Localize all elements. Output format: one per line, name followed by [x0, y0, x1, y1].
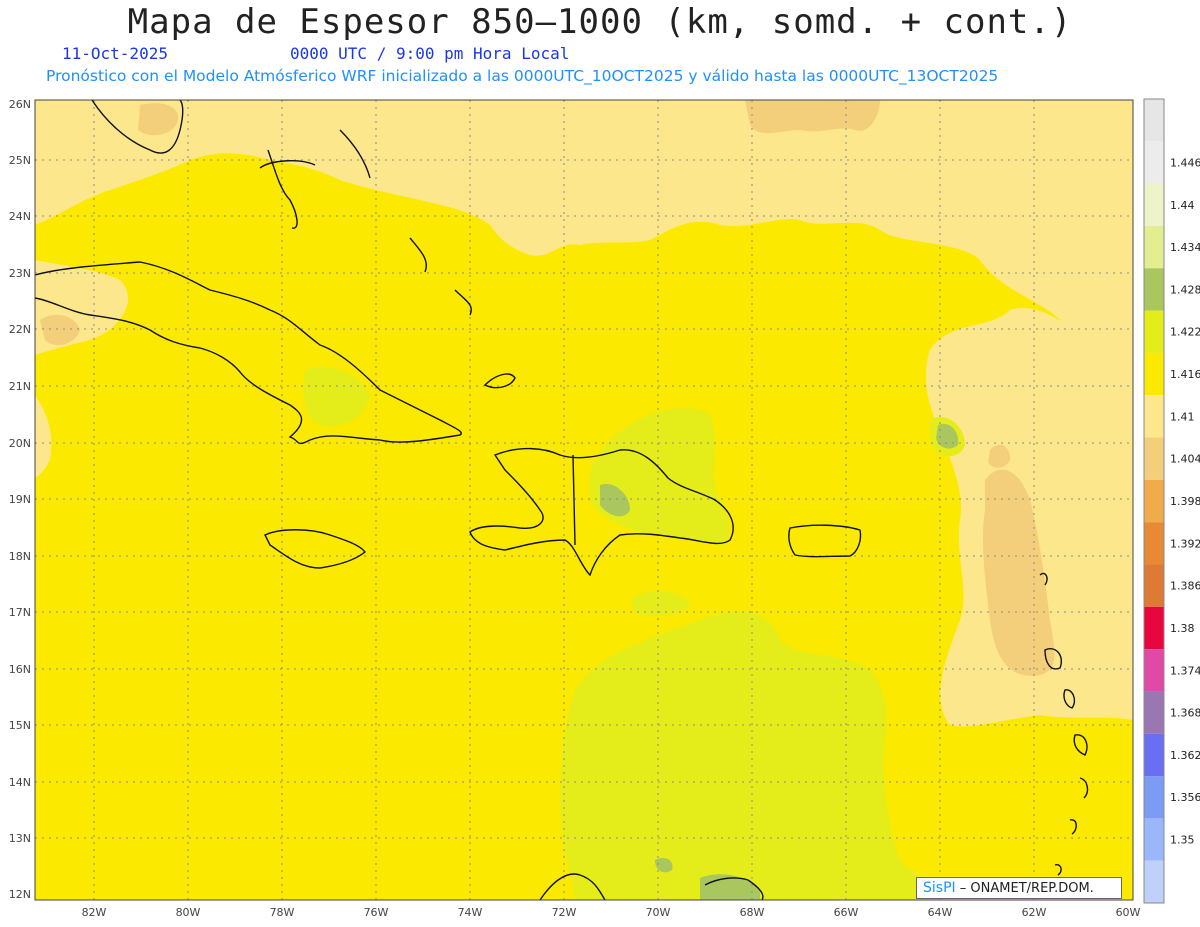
colorbar-swatch [1144, 606, 1164, 650]
colorbar-swatch [1144, 268, 1164, 311]
colorbar-swatch [1144, 649, 1164, 692]
contour-1404-north [745, 100, 880, 134]
lon-labels: 82W 80W 78W 76W 74W 72W 70W 68W 66W 64W … [82, 906, 1141, 919]
lat-labels: 26N 25N 24N 23N 22N 21N 20N 19N 18N 17N … [9, 98, 31, 901]
thickness-map: 26N 25N 24N 23N 22N 21N 20N 19N 18N 17N … [9, 98, 1200, 919]
lon-label: 70W [646, 906, 671, 919]
colorbar-swatch [1144, 733, 1164, 777]
lat-label: 15N [9, 719, 31, 732]
colorbar-swatch [1144, 437, 1164, 480]
credit-text: – ONAMET/REP.DOM. [959, 881, 1094, 896]
lat-label: 24N [9, 210, 31, 223]
colorbar-label: 1.404 [1170, 453, 1200, 466]
colorbar-swatch [1144, 564, 1164, 607]
colorbar-label: 1.44 [1170, 199, 1195, 212]
lon-label: 76W [364, 906, 389, 919]
sispi-logo: SisPI [923, 880, 956, 896]
colorbar-label: 1.386 [1170, 580, 1200, 593]
lat-label: 22N [9, 323, 31, 336]
colorbar: 1.446 1.44 1.434 1.428 1.422 1.416 1.41 1.404 1.… [1143, 98, 1200, 904]
lon-label: 64W [928, 906, 953, 919]
lat-label: 18N [9, 550, 31, 563]
colorbar-swatch [1144, 99, 1164, 142]
colorbar-swatch [1144, 141, 1164, 184]
lat-label: 14N [9, 776, 31, 789]
colorbar-swatch [1144, 225, 1164, 269]
lat-label: 17N [9, 606, 31, 619]
lon-label: 80W [176, 906, 201, 919]
colorbar-label: 1.446 [1170, 156, 1200, 169]
lat-label: 26N [9, 98, 31, 111]
colorbar-label: 1.416 [1170, 368, 1200, 381]
colorbar-swatch [1144, 691, 1164, 734]
lat-label: 19N [9, 493, 31, 506]
lat-label: 20N [9, 437, 31, 450]
lon-label: 74W [458, 906, 483, 919]
lon-label: 82W [82, 906, 107, 919]
colorbar-label: 1.38 [1170, 622, 1195, 635]
colorbar-swatch [1144, 352, 1164, 396]
lat-label: 23N [9, 267, 31, 280]
colorbar-label: 1.422 [1170, 326, 1200, 339]
colorbar-label: 1.35 [1170, 834, 1195, 847]
lon-label: 60W [1116, 906, 1141, 919]
lon-label: 62W [1022, 906, 1047, 919]
colorbar-label: 1.392 [1170, 537, 1200, 550]
colorbar-label: 1.356 [1170, 791, 1200, 804]
lon-label: 78W [270, 906, 295, 919]
colorbar-label: 1.368 [1170, 707, 1200, 720]
lat-label: 25N [9, 154, 31, 167]
colorbar-label: 1.41 [1170, 410, 1195, 423]
colorbar-label: 1.398 [1170, 495, 1200, 508]
colorbar-swatch [1144, 776, 1164, 819]
colorbar-label: 1.428 [1170, 283, 1200, 296]
colorbar-swatch [1144, 183, 1164, 226]
credit-box: SisPI – ONAMET/REP.DOM. [916, 877, 1122, 899]
lon-label: 72W [552, 906, 577, 919]
lat-label: 16N [9, 663, 31, 676]
colorbar-swatch [1144, 860, 1164, 903]
lat-label: 13N [9, 832, 31, 845]
colorbar-label: 1.374 [1170, 664, 1200, 677]
lat-label: 21N [9, 380, 31, 393]
colorbar-swatch [1144, 310, 1164, 353]
colorbar-swatch [1144, 479, 1164, 523]
lon-label: 66W [834, 906, 859, 919]
lon-label: 68W [740, 906, 765, 919]
colorbar-swatch [1144, 818, 1164, 861]
colorbar-label: 1.434 [1170, 241, 1200, 254]
colorbar-label: 1.362 [1170, 749, 1200, 762]
colorbar-swatch [1144, 395, 1164, 438]
lat-label: 12N [9, 888, 31, 901]
colorbar-swatch [1144, 522, 1164, 565]
